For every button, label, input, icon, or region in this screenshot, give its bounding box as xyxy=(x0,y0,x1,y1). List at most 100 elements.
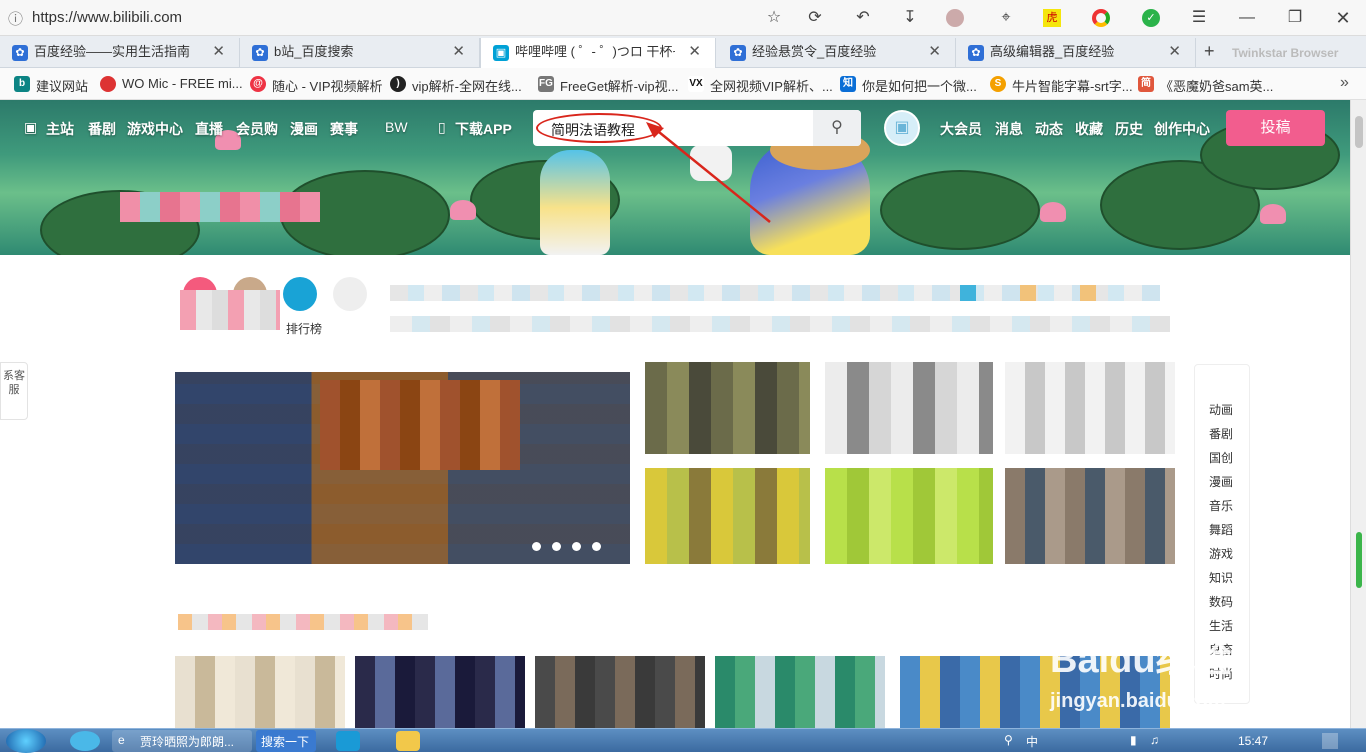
bookmark-item[interactable]: WO Mic - FREE mi... xyxy=(100,76,243,92)
video-thumbnail[interactable] xyxy=(645,468,810,564)
phone-icon[interactable]: ▯ xyxy=(438,119,446,136)
vertical-scrollbar[interactable] xyxy=(1350,100,1366,728)
rank-label[interactable]: 排行榜 xyxy=(286,320,322,337)
vx-icon: VX xyxy=(688,76,704,92)
bookmark-item[interactable]: 知你是如何把一个微... xyxy=(840,76,977,95)
scrollbar-thumb[interactable] xyxy=(1355,116,1363,148)
tab-baidu-search[interactable]: ✿ b站_百度搜索 ✕ xyxy=(240,38,480,68)
close-icon[interactable]: ✕ xyxy=(1168,38,1181,66)
taskbar-item[interactable]: e 贾玲晒照为郎朗... xyxy=(112,730,252,752)
volume-icon[interactable]: ♫ xyxy=(1150,733,1159,747)
nav-live[interactable]: 直播 xyxy=(195,119,223,139)
more-icon[interactable] xyxy=(333,277,367,311)
search-icon[interactable]: ⚲ xyxy=(1004,733,1013,747)
bookmark-item[interactable]: ) vip解析-全网在线... xyxy=(390,76,522,95)
taskbar-item[interactable]: 搜索一下 xyxy=(256,730,316,752)
bookmark-item[interactable]: 简《恶魔奶爸sam英... xyxy=(1138,76,1273,95)
rnav-item[interactable]: 舞蹈 xyxy=(1209,521,1233,538)
show-desktop-icon[interactable] xyxy=(1322,733,1338,749)
video-thumbnail[interactable] xyxy=(535,656,705,728)
video-thumbnail[interactable] xyxy=(825,468,993,564)
rnav-item[interactable]: 数码 xyxy=(1209,593,1233,610)
nav-favorites[interactable]: 收藏 xyxy=(1075,119,1103,139)
baidu-paw-icon: ✿ xyxy=(252,45,268,61)
bookmark-item[interactable]: S 牛片智能字幕-srt字... xyxy=(990,76,1133,95)
start-button-icon[interactable] xyxy=(6,729,46,753)
nav-bangumi[interactable]: 番剧 xyxy=(88,119,116,139)
rnav-item[interactable]: 国创 xyxy=(1209,449,1233,466)
rnav-item[interactable]: 番剧 xyxy=(1209,425,1233,442)
restore-icon[interactable]: ❐ xyxy=(1284,7,1306,29)
tv-icon[interactable]: ▣ xyxy=(24,119,37,136)
video-thumbnail[interactable] xyxy=(355,656,525,728)
new-tab-plus-icon[interactable]: + xyxy=(1204,41,1215,62)
video-thumbnail[interactable] xyxy=(175,656,345,728)
user-avatar-icon[interactable] xyxy=(946,9,964,27)
nav-manga[interactable]: 漫画 xyxy=(290,119,318,139)
app-icon[interactable] xyxy=(70,731,100,751)
tab-advanced-editor[interactable]: ✿ 高级编辑器_百度经验 ✕ xyxy=(956,38,1196,68)
tab-label: 百度经验——实用生活指南 xyxy=(34,44,191,59)
network-icon[interactable]: ▮ xyxy=(1130,733,1137,747)
tab-jingyan-reward[interactable]: ✿ 经验悬赏令_百度经验 ✕ xyxy=(718,38,956,68)
more-bookmarks-icon[interactable]: » xyxy=(1340,74,1349,92)
post-button[interactable]: 投稿 xyxy=(1226,110,1325,146)
star-icon[interactable]: ☆ xyxy=(763,7,785,29)
menu-icon[interactable]: ☰ xyxy=(1188,7,1210,29)
bing-icon: b xyxy=(14,76,30,92)
tiger-extension-icon[interactable]: 虎 xyxy=(1043,9,1061,27)
minimize-icon[interactable]: — xyxy=(1236,7,1258,29)
lotus-flower xyxy=(450,200,476,220)
close-icon[interactable]: ✕ xyxy=(928,38,941,66)
rnav-item[interactable]: 知识 xyxy=(1209,569,1233,586)
bookmark-item[interactable]: b 建议网站 xyxy=(14,76,88,95)
nav-esports[interactable]: 赛事 xyxy=(330,119,358,139)
nav-history[interactable]: 历史 xyxy=(1115,119,1143,139)
bookmark-item[interactable]: FG FreeGet解析-vip视... xyxy=(538,76,678,95)
nav-game-center[interactable]: 游戏中心 xyxy=(127,119,183,139)
video-thumbnail[interactable] xyxy=(1005,468,1175,564)
close-window-icon[interactable]: ✕ xyxy=(1332,7,1354,29)
refresh-icon[interactable]: ⟳ xyxy=(804,7,826,29)
nav-dynamics[interactable]: 动态 xyxy=(1035,119,1063,139)
undo-icon[interactable]: ↶ xyxy=(852,7,874,29)
video-thumbnail[interactable] xyxy=(645,362,810,454)
rnav-item[interactable]: 音乐 xyxy=(1209,497,1233,514)
rank-icon[interactable] xyxy=(283,277,317,311)
nav-bw[interactable]: BW xyxy=(385,119,408,135)
nav-mall[interactable]: 会员购 xyxy=(236,119,278,139)
carousel-dot[interactable] xyxy=(532,542,541,551)
carousel-dot[interactable] xyxy=(552,542,561,551)
rnav-item[interactable]: 游戏 xyxy=(1209,545,1233,562)
carousel-dot[interactable] xyxy=(572,542,581,551)
nav-creator-center[interactable]: 创作中心 xyxy=(1154,119,1210,139)
nav-main[interactable]: 主站 xyxy=(46,119,74,139)
url-field[interactable]: https://www.bilibili.com xyxy=(32,9,182,26)
nav-download-app[interactable]: 下载APP xyxy=(455,119,512,139)
avatar[interactable]: ▣ xyxy=(884,110,920,146)
chrome-icon[interactable] xyxy=(1092,9,1110,27)
search-icon[interactable]: ⚲ xyxy=(813,110,861,146)
nav-vip[interactable]: 大会员 xyxy=(940,119,982,139)
ime-lang[interactable]: 中 xyxy=(1026,733,1038,750)
check-extension-icon[interactable]: ✓ xyxy=(1142,9,1160,27)
carousel-dot[interactable] xyxy=(592,542,601,551)
video-thumbnail[interactable] xyxy=(825,362,993,454)
close-icon[interactable]: ✕ xyxy=(688,38,701,66)
close-icon[interactable]: ✕ xyxy=(212,38,225,66)
bookmark-item[interactable]: @ 随心 - VIP视频解析 xyxy=(250,76,383,95)
app-icon[interactable] xyxy=(336,731,360,751)
crop-icon[interactable]: ⌖ xyxy=(995,7,1017,29)
rnav-item[interactable]: 动画 xyxy=(1209,401,1233,418)
close-icon[interactable]: ✕ xyxy=(452,38,465,66)
nav-messages[interactable]: 消息 xyxy=(995,119,1023,139)
download-icon[interactable]: ↧ xyxy=(899,7,921,29)
rnav-item[interactable]: 漫画 xyxy=(1209,473,1233,490)
video-thumbnail[interactable] xyxy=(1005,362,1175,454)
bookmark-item[interactable]: VX 全网视频VIP解析、... xyxy=(688,76,833,95)
video-thumbnail[interactable] xyxy=(715,656,885,728)
tab-baidu-jingyan[interactable]: ✿ 百度经验——实用生活指南 ✕ xyxy=(0,38,240,68)
app-icon[interactable] xyxy=(396,731,420,751)
tab-bilibili[interactable]: ▣ 哔哩哔哩 ( ゜- ゜)つロ 干杯~-b ✕ xyxy=(480,38,716,69)
customer-service-float[interactable]: 系客服 xyxy=(0,362,28,420)
